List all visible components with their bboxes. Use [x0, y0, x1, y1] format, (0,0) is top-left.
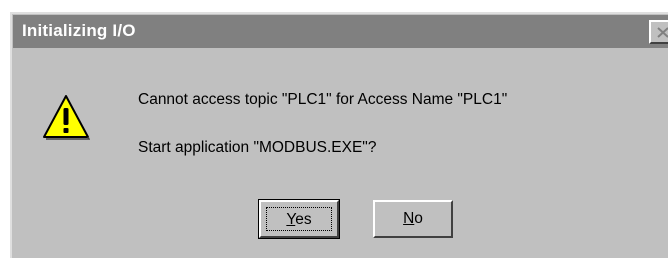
- yes-button[interactable]: Yes: [258, 199, 340, 239]
- yes-label-rest: es: [295, 211, 312, 228]
- message-line-1: Cannot access topic "PLC1" for Access Na…: [138, 91, 508, 108]
- message-line-2: Start application "MODBUS.EXE"?: [138, 139, 377, 156]
- warning-icon: [43, 95, 90, 140]
- no-label-rest: o: [414, 210, 423, 227]
- title-bar[interactable]: Initializing I/O: [13, 15, 668, 48]
- no-mnemonic: N: [403, 210, 415, 227]
- close-button[interactable]: [649, 20, 668, 44]
- no-button[interactable]: No: [373, 200, 453, 238]
- dialog-window: Initializing I/O Cannot access topic "PL…: [10, 12, 668, 258]
- window-title: Initializing I/O: [22, 21, 136, 40]
- yes-button-label: Yes: [266, 207, 332, 231]
- yes-mnemonic: Y: [286, 211, 296, 228]
- close-icon: [657, 27, 668, 38]
